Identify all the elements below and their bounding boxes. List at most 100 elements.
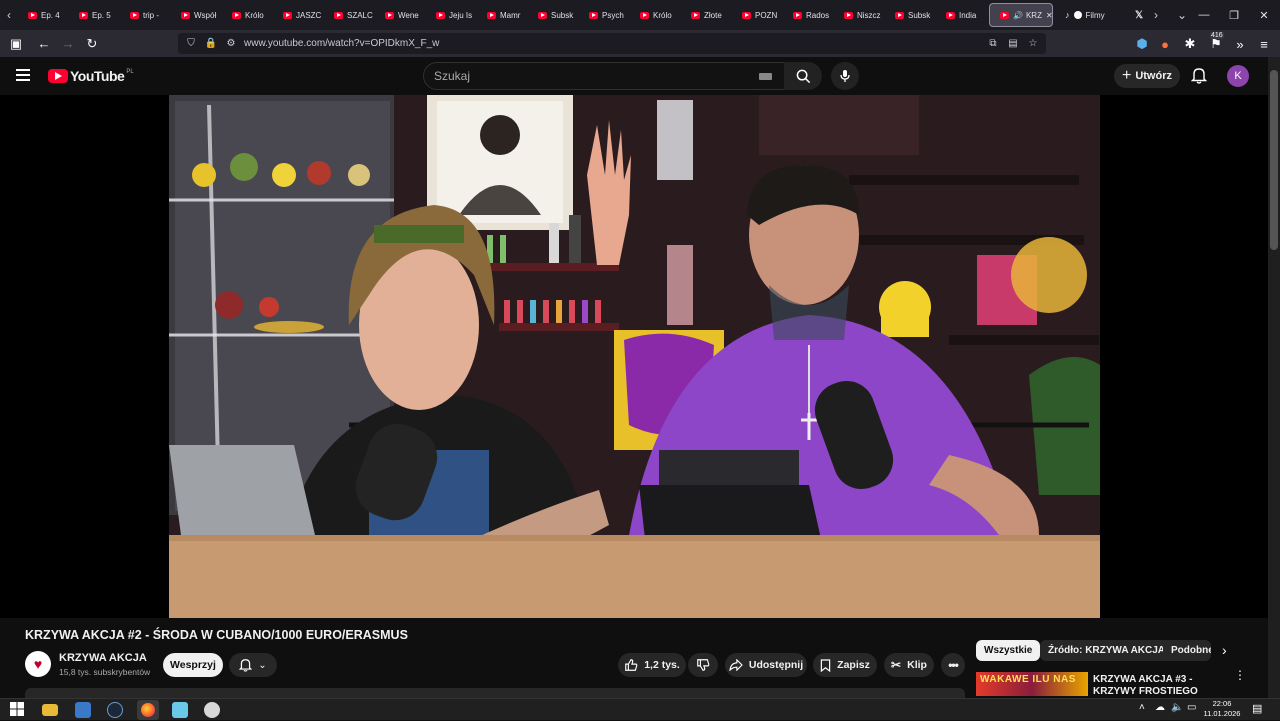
back-arrow-icon[interactable]: ←: [32, 32, 56, 56]
tray-overflow-chevron-icon[interactable]: ˄: [1139, 702, 1145, 713]
youtube-region-label: PL: [126, 69, 134, 75]
app-menu-icon[interactable]: ≡: [1252, 32, 1276, 56]
browser-tab[interactable]: India: [936, 0, 987, 30]
like-button[interactable]: 1,2 tys.: [618, 653, 686, 677]
chips-next-chevron-icon[interactable]: ›: [1222, 642, 1227, 658]
more-actions-button[interactable]: •••: [941, 653, 965, 677]
join-button[interactable]: Wesprzyj: [163, 653, 223, 677]
search-button[interactable]: [784, 62, 822, 90]
steam-icon[interactable]: [107, 702, 123, 718]
browser-tab[interactable]: Złote: [681, 0, 732, 30]
restore-icon[interactable]: ❐: [1218, 0, 1250, 30]
chevron-down-icon: ⌄: [258, 659, 267, 671]
bookmark-star-icon[interactable]: ☆: [1026, 38, 1040, 49]
browser-tab[interactable]: Subsk: [528, 0, 579, 30]
player-letterbox-left: [0, 95, 169, 618]
window-close-icon[interactable]: ✕: [1248, 0, 1280, 30]
browser-tab-label: trip -: [143, 10, 159, 20]
share-arrow-icon: [729, 659, 743, 671]
search-input[interactable]: Szukaj: [423, 62, 785, 90]
vpn-shield-icon[interactable]: ⬢: [1130, 32, 1154, 56]
browser-tab[interactable]: Mamr: [477, 0, 528, 30]
channel-avatar[interactable]: ♥: [25, 651, 51, 677]
like-count: 1,2 tys.: [644, 659, 680, 671]
tab-tiktok[interactable]: ♪ Filmy: [1055, 0, 1125, 30]
shield-icon[interactable]: ⛉: [184, 38, 198, 49]
tab-scroll-right-icon[interactable]: ›: [1147, 8, 1165, 22]
browser-tab[interactable]: POZN: [732, 0, 783, 30]
extensions-icon[interactable]: ✱: [1178, 32, 1202, 56]
url-text[interactable]: www.youtube.com/watch?v=OPIDkmX_F_w: [244, 38, 439, 49]
browser-tab[interactable]: SZALC: [324, 0, 375, 30]
keyboard-icon[interactable]: [759, 72, 772, 80]
chip-from-channel[interactable]: Źródło: KRZYWA AKCJA: [1040, 640, 1174, 661]
youtube-favicon-icon: [640, 11, 649, 19]
sidebar-toggle-icon[interactable]: ▣: [4, 32, 28, 56]
browser-tab[interactable]: JASZC: [273, 0, 324, 30]
picture-in-picture-icon[interactable]: ⧉: [986, 38, 1000, 49]
youtube-favicon-icon: [895, 11, 904, 19]
browser-tab-label: Subsk: [551, 10, 574, 20]
tray-cloud-icon[interactable]: ☁: [1155, 702, 1165, 713]
lock-icon[interactable]: 🔒: [204, 38, 218, 49]
avatar[interactable]: K: [1227, 65, 1249, 87]
windows-start-icon[interactable]: [10, 702, 26, 718]
file-explorer-icon[interactable]: [42, 704, 58, 716]
notification-center-icon[interactable]: ▤: [1252, 702, 1262, 715]
youtube-logo[interactable]: YouTube PL: [48, 68, 134, 84]
tab-scroll-left-icon[interactable]: ‹: [0, 8, 18, 22]
youtube-favicon-icon: [538, 11, 547, 19]
browser-tab[interactable]: Ep. 4: [18, 0, 69, 30]
browser-tab[interactable]: Królo: [630, 0, 681, 30]
address-bar[interactable]: ⛉ 🔒 ⚙ www.youtube.com/watch?v=OPIDkmX_F_…: [178, 33, 1046, 54]
dislike-button[interactable]: [688, 653, 718, 677]
browser-tab[interactable]: Jeju Is: [426, 0, 477, 30]
tray-volume-icon[interactable]: 🔈: [1171, 702, 1183, 713]
browser-tab[interactable]: trip -: [120, 0, 171, 30]
firefox-account-icon[interactable]: ●: [1153, 32, 1177, 56]
voice-search-button[interactable]: [831, 62, 859, 90]
browser-tab[interactable]: Wene: [375, 0, 426, 30]
notification-settings-button[interactable]: ⌄: [229, 653, 277, 677]
notifications-bell-icon[interactable]: [1190, 67, 1208, 89]
hamburger-menu-icon[interactable]: [16, 69, 30, 81]
tray-network-icon[interactable]: ▭: [1187, 702, 1196, 713]
share-button[interactable]: Udostępnij: [725, 653, 807, 677]
reload-icon[interactable]: ↻: [80, 32, 104, 56]
chip-all[interactable]: Wszystkie: [976, 640, 1041, 661]
create-button[interactable]: + Utwórz: [1114, 64, 1180, 88]
browser-tab[interactable]: Ep. 5: [69, 0, 120, 30]
forward-arrow-icon[interactable]: →: [56, 32, 80, 56]
browser-tab[interactable]: Rados: [783, 0, 834, 30]
permissions-icon[interactable]: ⚙: [224, 38, 238, 49]
taskbar-clock[interactable]: 22:06 11.01.2026: [1202, 698, 1242, 719]
save-button[interactable]: Zapisz: [813, 653, 877, 677]
chip-related[interactable]: Podobne: [1163, 640, 1211, 661]
clip-button[interactable]: ✂ Klip: [884, 653, 934, 677]
youtube-logo-text: YouTube: [70, 68, 125, 84]
firefox-icon[interactable]: [137, 700, 159, 720]
tab-x[interactable]: 𝕏: [1125, 0, 1147, 30]
tab-active[interactable]: 🔊 KRZ ✕: [989, 3, 1053, 27]
browser-tab[interactable]: Współ: [171, 0, 222, 30]
app-blue-icon[interactable]: [172, 702, 188, 718]
app-game-icon[interactable]: [204, 702, 220, 718]
more-tools-icon[interactable]: »: [1228, 32, 1252, 56]
recommendation-menu-icon[interactable]: ⋮: [1234, 669, 1246, 681]
recommendation-thumbnail[interactable]: WAKAWE ILU NAS: [976, 672, 1088, 696]
minimize-icon[interactable]: —: [1188, 0, 1220, 30]
page-scrollbar-thumb[interactable]: [1270, 70, 1278, 250]
speaker-icon[interactable]: 🔊: [1013, 11, 1023, 20]
description-box[interactable]: [25, 688, 965, 698]
browser-tab[interactable]: Subsk: [885, 0, 936, 30]
browser-tab[interactable]: Niszcz: [834, 0, 885, 30]
monitor-app-icon[interactable]: [75, 702, 91, 718]
channel-name[interactable]: KRZYWA AKCJA: [59, 652, 147, 664]
reader-view-icon[interactable]: ▤: [1006, 38, 1020, 49]
browser-tab[interactable]: Królo: [222, 0, 273, 30]
recommendation-title[interactable]: KRZYWA AKCJA #3 - KRZYWY FROSTIEGO (SZWA…: [1093, 674, 1225, 698]
video-player[interactable]: [169, 95, 1100, 618]
browser-tab[interactable]: Psych: [579, 0, 630, 30]
play-circle-icon: [1073, 11, 1082, 19]
tab-close-icon[interactable]: ✕: [1046, 11, 1052, 20]
